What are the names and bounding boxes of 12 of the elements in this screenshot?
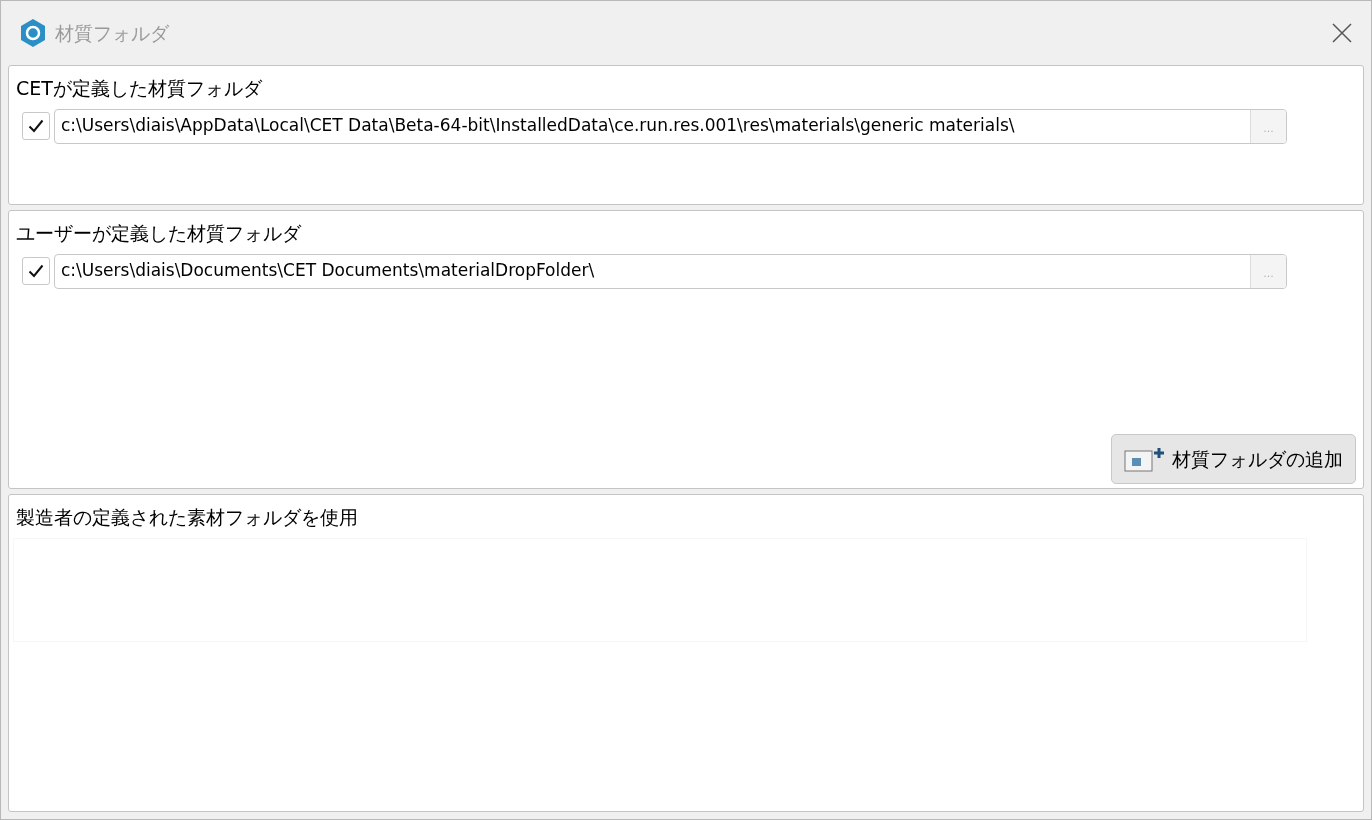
checkbox[interactable] bbox=[22, 257, 50, 285]
section-title: ユーザーが定義した材質フォルダ bbox=[15, 221, 302, 246]
add-folder-button[interactable]: 材質フォルダの追加 bbox=[1111, 434, 1356, 484]
checkbox[interactable] bbox=[22, 112, 50, 140]
section-title: 製造者の定義された素材フォルダを使用 bbox=[15, 505, 359, 530]
window-title: 材質フォルダ bbox=[55, 20, 169, 46]
checkmark-icon bbox=[28, 264, 44, 278]
close-icon[interactable] bbox=[1331, 22, 1353, 44]
section-title: CETが定義した材質フォルダ bbox=[15, 76, 263, 101]
folder-add-icon bbox=[1124, 446, 1164, 472]
app-logo-icon bbox=[19, 18, 47, 48]
checkmark-icon bbox=[28, 119, 44, 133]
